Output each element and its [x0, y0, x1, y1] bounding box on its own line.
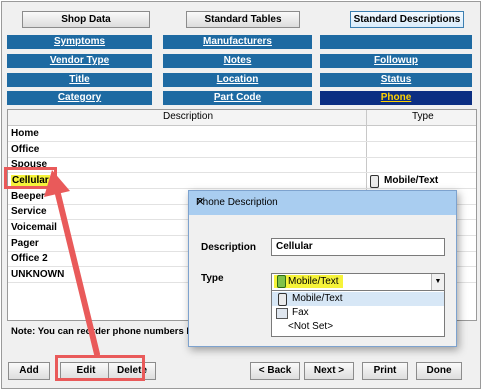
fax-icon	[276, 308, 288, 319]
option-label: Fax	[292, 307, 309, 318]
description-field[interactable]: Cellular	[271, 238, 445, 256]
description-value: Cellular	[276, 241, 313, 252]
mobile-phone-icon	[277, 275, 286, 288]
type-dropdown[interactable]: Mobile/Text ▼	[271, 273, 445, 291]
option-label: Mobile/Text	[292, 293, 343, 304]
option-label: <Not Set>	[288, 321, 334, 332]
option-mobile-text[interactable]: Mobile/Text	[272, 292, 444, 306]
option-not-set[interactable]: <Not Set>	[272, 320, 444, 334]
type-label: Type	[201, 273, 224, 284]
option-fax[interactable]: Fax	[272, 306, 444, 320]
type-options-list: Mobile/Text Fax <Not Set>	[271, 290, 445, 337]
mobile-phone-icon	[278, 293, 287, 306]
description-label: Description	[201, 242, 257, 253]
type-selected-value: Mobile/Text	[274, 275, 343, 288]
phone-description-dialog: Phone Description ✕ Description Cellular…	[188, 190, 457, 347]
type-selected-text: Mobile/Text	[288, 276, 339, 287]
dialog-titlebar: Phone Description ✕	[189, 191, 456, 215]
chevron-down-icon[interactable]: ▼	[431, 274, 444, 290]
close-icon[interactable]: ✕	[196, 197, 450, 208]
